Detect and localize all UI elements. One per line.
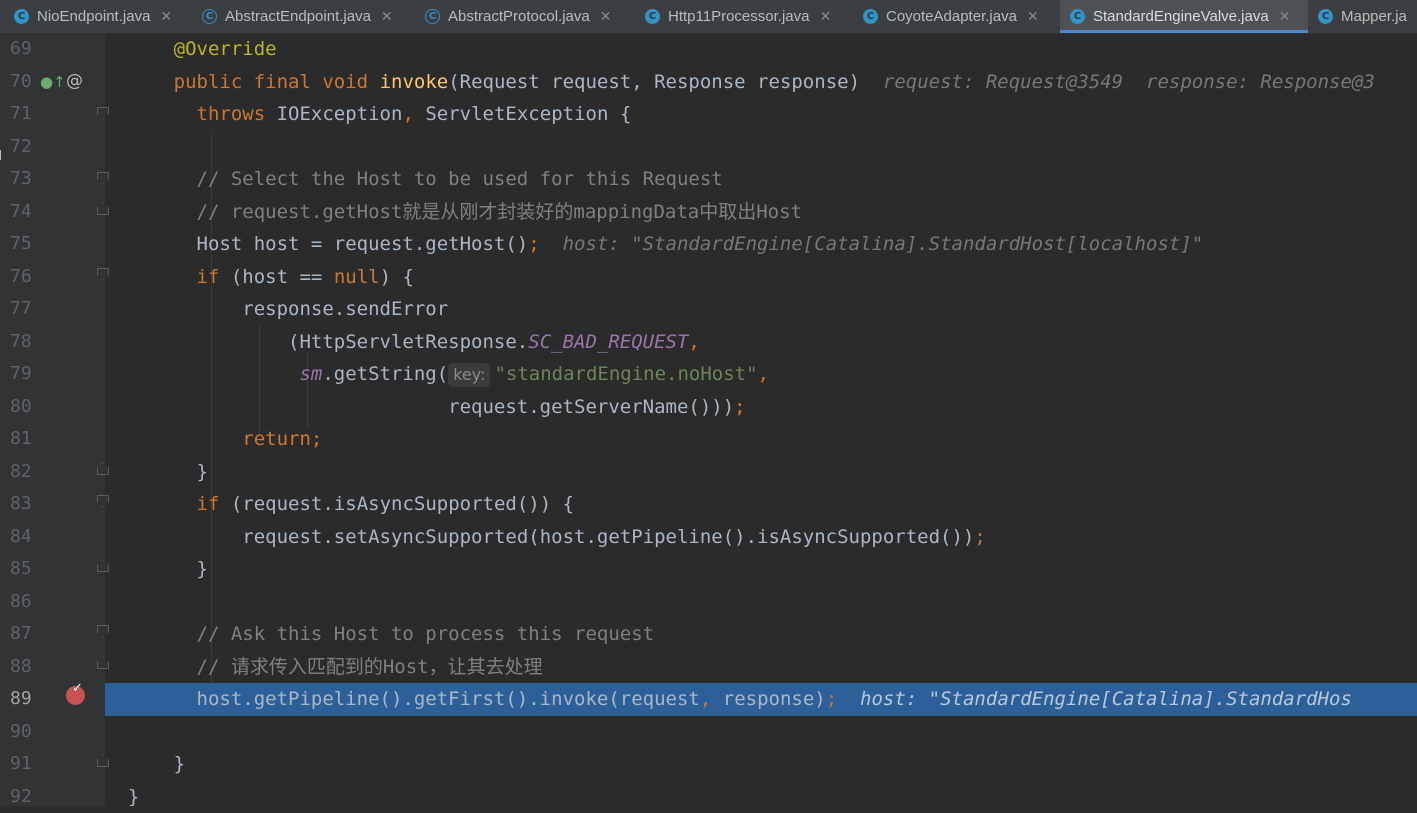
code-line-90 (105, 716, 1417, 749)
code-line-81: return; (105, 423, 1417, 456)
line-number: 85 (10, 553, 32, 586)
code-line-75: Host host = request.getHost(); host: "St… (105, 228, 1417, 261)
line-number: 91 (10, 748, 32, 781)
class-icon: C (1318, 9, 1333, 24)
code-line-69: @Override (105, 33, 1417, 66)
tab-abstractendpoint[interactable]: C AbstractEndpoint.java ✕ (202, 0, 416, 33)
code-line-76: if (host == null) { (105, 261, 1417, 294)
inline-debug-value: host: "StandardEngine[Catalina].Standard… (563, 233, 1204, 255)
editor-gutter[interactable]: 69 70 71 72 73 74 75 76 77 78 79 80 81 8… (0, 33, 105, 806)
line-number: 77 (10, 293, 32, 326)
class-icon: C (1070, 9, 1085, 24)
code-line-71: throws IOException, ServletException { (105, 98, 1417, 131)
line-number-current: 89 (10, 683, 32, 716)
class-icon: C (14, 9, 29, 24)
line-number: 76 (10, 261, 32, 294)
code-line-82: } (105, 456, 1417, 489)
line-number: 80 (10, 391, 32, 424)
line-number: 70 (10, 66, 32, 99)
inline-debug-value: host: "StandardEngine[Catalina].Standard… (860, 688, 1352, 710)
line-number: 92 (10, 781, 32, 813)
code-line-91: } (105, 748, 1417, 781)
annotation-at-icon[interactable]: @ (66, 71, 83, 91)
line-number: 87 (10, 618, 32, 651)
abstract-class-icon: C (202, 9, 217, 24)
close-icon[interactable]: ✕ (1027, 8, 1039, 25)
code-line-79: sm.getString(key:"standardEngine.noHost"… (105, 358, 1417, 391)
code-line-86 (105, 586, 1417, 619)
tab-nioendpoint[interactable]: C NioEndpoint.java ✕ (14, 0, 200, 33)
tab-label: AbstractProtocol.java (448, 8, 590, 25)
code-line-73: // Select the Host to be used for this R… (105, 163, 1417, 196)
code-line-78: (HttpServletResponse.SC_BAD_REQUEST, (105, 326, 1417, 359)
code-line-85: } (105, 553, 1417, 586)
close-icon[interactable]: ✕ (160, 8, 172, 25)
tab-label: AbstractEndpoint.java (225, 8, 371, 25)
line-number: 86 (10, 586, 32, 619)
code-line-70: public final void invoke(Request request… (105, 66, 1417, 99)
line-number: 81 (10, 423, 32, 456)
code-line-88: // 请求传入匹配到的Host，让其去处理 (105, 651, 1417, 684)
code-line-83: if (request.isAsyncSupported()) { (105, 488, 1417, 521)
line-number: 82 (10, 456, 32, 489)
close-icon[interactable]: ✕ (819, 8, 831, 25)
line-number: 90 (10, 716, 32, 749)
line-number: 73 (10, 163, 32, 196)
tab-label: Http11Processor.java (668, 8, 809, 25)
tab-mapper[interactable]: C Mapper.ja (1318, 0, 1417, 33)
class-icon: C (645, 9, 660, 24)
text-caret (0, 150, 1, 160)
code-line-87: // Ask this Host to process this request (105, 618, 1417, 651)
tab-coyoteadapter[interactable]: C CoyoteAdapter.java ✕ (863, 0, 1059, 33)
code-line-77: response.sendError (105, 293, 1417, 326)
line-number: 78 (10, 326, 32, 359)
tab-abstractprotocol[interactable]: C AbstractProtocol.java ✕ (425, 0, 637, 33)
code-line-74: // request.getHost就是从刚才封装好的mappingData中取… (105, 196, 1417, 229)
execution-point-line: host.getPipeline().getFirst().invoke(req… (105, 683, 1417, 716)
class-icon: C (863, 9, 878, 24)
tab-label: Mapper.ja (1341, 8, 1407, 25)
line-number: 75 (10, 228, 32, 261)
line-number: 79 (10, 358, 32, 391)
close-icon[interactable]: ✕ (1279, 8, 1291, 25)
breakpoint-icon[interactable] (66, 686, 85, 705)
tab-label: NioEndpoint.java (37, 8, 150, 25)
close-icon[interactable]: ✕ (381, 8, 393, 25)
line-number: 88 (10, 651, 32, 684)
line-number: 72 (10, 131, 32, 164)
line-number: 74 (10, 196, 32, 229)
code-line-72 (105, 131, 1417, 164)
tab-label: CoyoteAdapter.java (886, 8, 1017, 25)
tab-http11processor[interactable]: C Http11Processor.java ✕ (645, 0, 853, 33)
line-number: 83 (10, 488, 32, 521)
tab-label: StandardEngineValve.java (1093, 8, 1269, 25)
override-method-icon[interactable]: ●↑ (40, 73, 66, 91)
code-line-92: } (105, 781, 1417, 807)
code-line-84: request.setAsyncSupported(host.getPipeli… (105, 521, 1417, 554)
editor-tab-bar: C NioEndpoint.java ✕ C AbstractEndpoint.… (0, 0, 1417, 34)
parameter-name-hint: key: (448, 363, 490, 387)
line-number: 69 (10, 33, 32, 66)
line-number: 84 (10, 521, 32, 554)
tab-standardenginevalve[interactable]: C StandardEngineValve.java ✕ (1060, 0, 1308, 33)
close-icon[interactable]: ✕ (600, 8, 612, 25)
code-line-80: request.getServerName())); (105, 391, 1417, 424)
abstract-class-icon: C (425, 9, 440, 24)
code-editor[interactable]: @Override public final void invoke(Reque… (105, 33, 1417, 806)
line-number: 71 (10, 98, 32, 131)
inline-debug-value: request: Request@3549 response: Response… (883, 71, 1375, 93)
